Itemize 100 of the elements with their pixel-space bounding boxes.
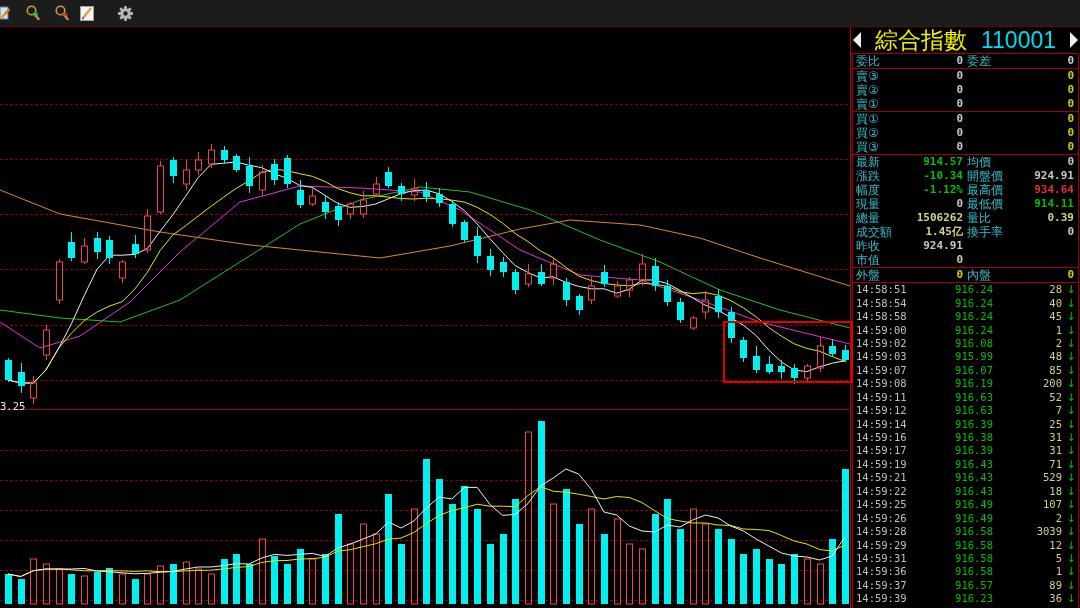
quote-value: 934.64 xyxy=(1034,183,1074,197)
tick-direction-arrow: ↓ xyxy=(1066,525,1076,539)
quote-value: 924.91 xyxy=(923,239,963,253)
quote-label: 內盤 xyxy=(967,268,991,282)
tick-price: 916.24 xyxy=(955,310,993,324)
tick-direction-arrow: ↓ xyxy=(1066,336,1076,350)
tick-volume: 107 xyxy=(1043,498,1062,512)
tick-volume: 2 xyxy=(1055,511,1062,525)
tick-direction-arrow: ↓ xyxy=(1066,444,1076,458)
tick-direction-arrow: ↓ xyxy=(1066,296,1076,310)
tick-volume: 31 xyxy=(1049,431,1062,445)
tick-price: 916.38 xyxy=(955,431,993,445)
order-price: 0 xyxy=(956,112,963,126)
tick-volume: 28 xyxy=(1049,283,1062,297)
quote-label: 漲跌 xyxy=(856,169,880,183)
order-level-label: 買① xyxy=(856,112,879,126)
tick-volume: 45 xyxy=(1049,310,1062,324)
zoom-in-icon[interactable] xyxy=(26,5,40,21)
quote-value: 0.39 xyxy=(1047,211,1074,225)
tick-volume: 48 xyxy=(1049,350,1062,364)
tick-price: 916.58 xyxy=(955,525,993,539)
tick-volume: 18 xyxy=(1049,484,1062,498)
order-volume: 0 xyxy=(1067,69,1074,83)
order-volume: 0 xyxy=(1067,83,1074,97)
quote-value: 924.91 xyxy=(1034,169,1074,183)
tick-volume: 25 xyxy=(1049,417,1062,431)
order-price: 0 xyxy=(956,140,963,154)
tick-volume: 529 xyxy=(1043,471,1062,485)
left-triangle-icon[interactable] xyxy=(853,32,861,48)
zoom-out-icon[interactable] xyxy=(55,5,69,21)
tick-volume: 3039 xyxy=(1036,525,1062,539)
right-triangle-icon[interactable] xyxy=(1070,32,1078,48)
tick-price: 916.08 xyxy=(955,336,993,350)
tick-price: 916.39 xyxy=(955,444,993,458)
tick-price: 916.39 xyxy=(955,417,993,431)
tick-direction-arrow: ↓ xyxy=(1066,377,1076,391)
tick-volume: 2 xyxy=(1055,336,1062,350)
order-volume: 0 xyxy=(1067,140,1074,154)
tick-price: 916.24 xyxy=(955,296,993,310)
tick-volume: 31 xyxy=(1049,444,1062,458)
tick-time: 14:59:02 xyxy=(856,336,908,350)
tick-time: 14:59:36 xyxy=(856,565,908,579)
tick-time: 14:59:28 xyxy=(856,525,908,539)
quote-label: 成交額 xyxy=(856,225,892,239)
order-price: 0 xyxy=(956,126,963,140)
quote-label: 委差 xyxy=(967,54,991,68)
order-price: 0 xyxy=(956,69,963,83)
order-volume: 0 xyxy=(1067,126,1074,140)
quote-label: 最新 xyxy=(856,155,880,169)
tick-time: 14:59:11 xyxy=(856,390,908,404)
tick-volume: 5 xyxy=(1055,551,1062,565)
tick-direction-arrow: ↓ xyxy=(1066,565,1076,579)
tick-price: 916.24 xyxy=(955,323,993,337)
order-price: 0 xyxy=(956,83,963,97)
tick-time: 14:59:14 xyxy=(856,417,908,431)
quote-label: 現量 xyxy=(856,197,880,211)
tick-time: 14:59:08 xyxy=(856,377,908,391)
order-level-label: 賣③ xyxy=(856,69,879,83)
tick-direction-arrow: ↓ xyxy=(1066,283,1076,297)
quote-value: 914.11 xyxy=(1034,197,1074,211)
quote-label: 最高價 xyxy=(967,183,1003,197)
tick-price: 915.99 xyxy=(955,350,993,364)
pencil-chart-icon[interactable] xyxy=(0,5,10,21)
tick-price: 916.23 xyxy=(955,592,993,606)
quote-value: -1.12% xyxy=(923,183,963,197)
tick-direction-arrow: ↓ xyxy=(1066,592,1076,606)
settings-icon[interactable] xyxy=(118,5,133,21)
tick-price: 916.19 xyxy=(955,377,993,391)
tick-volume: 7 xyxy=(1055,404,1062,418)
quote-label: 委比 xyxy=(856,54,880,68)
order-level-label: 買③ xyxy=(856,140,879,154)
tick-price: 916.58 xyxy=(955,538,993,552)
stock-name: 綜合指數 xyxy=(874,27,967,53)
order-volume: 0 xyxy=(1067,112,1074,126)
tick-direction-arrow: ↓ xyxy=(1066,431,1076,445)
quote-value: 0 xyxy=(956,54,963,68)
tick-time: 14:59:39 xyxy=(856,592,908,606)
quote-label: 幅度 xyxy=(856,183,880,197)
tick-price: 916.43 xyxy=(955,484,993,498)
tick-volume: 1 xyxy=(1055,323,1062,337)
tick-direction-arrow: ↓ xyxy=(1066,484,1076,498)
quote-value: 0 xyxy=(1067,155,1074,169)
tick-volume: 85 xyxy=(1049,363,1062,377)
tick-direction-arrow: ↓ xyxy=(1066,310,1076,324)
tick-price: 916.43 xyxy=(955,471,993,485)
order-volume: 0 xyxy=(1067,97,1074,111)
tick-price: 916.49 xyxy=(955,498,993,512)
tick-time: 14:59:29 xyxy=(856,538,908,552)
tick-direction-arrow: ↓ xyxy=(1066,390,1076,404)
tick-direction-arrow: ↓ xyxy=(1066,471,1076,485)
quote-label: 開盤價 xyxy=(967,169,1003,183)
tick-price: 916.43 xyxy=(955,457,993,471)
tick-direction-arrow: ↓ xyxy=(1066,498,1076,512)
tick-price: 916.49 xyxy=(955,511,993,525)
tick-time: 14:59:19 xyxy=(856,457,908,471)
tick-price: 916.57 xyxy=(955,578,993,592)
tick-price: 916.24 xyxy=(955,283,993,297)
notepad-pencil-icon[interactable] xyxy=(80,5,94,21)
tick-direction-arrow: ↓ xyxy=(1066,363,1076,377)
tick-time: 14:59:21 xyxy=(856,471,908,485)
